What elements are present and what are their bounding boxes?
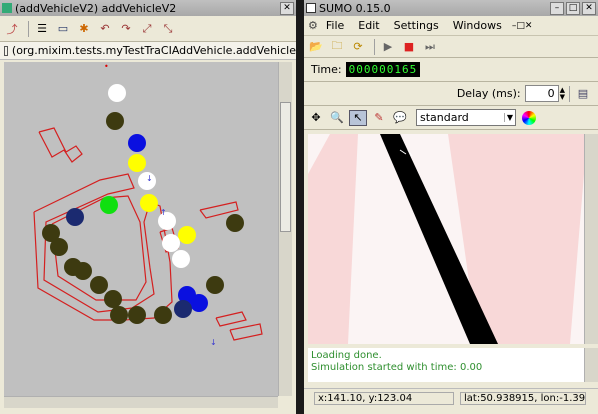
sumo-icon <box>306 3 316 13</box>
marker-dot: • <box>104 62 109 71</box>
open-folder-icon[interactable]: 📂 <box>307 39 325 55</box>
close-icon[interactable]: ✕ <box>280 1 294 15</box>
network-canvas[interactable]: ↓ ↑ ↓ • <box>4 62 278 396</box>
forward-icon[interactable]: ↷ <box>117 21 135 37</box>
monitor-icon[interactable]: ▭ <box>54 21 72 37</box>
reload-icon[interactable]: ⟳ <box>349 39 367 55</box>
dropdown-arrow-icon: ▼ <box>503 113 515 122</box>
menu-edit[interactable]: Edit <box>358 19 379 32</box>
module-path: (org.mixim.tests.myTestTraCIAddVehicle.a… <box>11 44 296 57</box>
recenter-icon[interactable]: ✥ <box>307 110 325 126</box>
vehicle-marker[interactable] <box>140 194 158 212</box>
tooltip-icon[interactable]: 💬 <box>391 110 409 126</box>
maximize-icon[interactable]: □ <box>566 1 580 15</box>
zoom-in-icon[interactable]: ⤢ <box>138 21 156 37</box>
left-window-title: (addVehicleV2) addVehicleV2 <box>15 1 177 15</box>
vehicle-marker[interactable] <box>128 306 146 324</box>
vehicle-marker[interactable] <box>172 250 190 268</box>
minimize-icon[interactable]: – <box>550 1 564 15</box>
right-titlebar[interactable]: SUMO 0.15.0 – □ ✕ <box>304 0 598 16</box>
new-view-icon[interactable]: ▤ <box>574 86 592 102</box>
vehicle-marker[interactable] <box>108 84 126 102</box>
vehicle-marker[interactable] <box>128 134 146 152</box>
sumo-network <box>308 134 584 344</box>
path-bar: (org.mixim.tests.myTestTraCIAddVehicle.a… <box>0 42 296 60</box>
sumo-window: SUMO 0.15.0 – □ ✕ ⚙ File Edit Settings W… <box>304 0 598 414</box>
time-label: Time: <box>311 63 342 76</box>
left-vertical-scrollbar[interactable] <box>278 62 292 396</box>
select-cursor-icon[interactable]: ↖ <box>349 109 367 126</box>
edit-viewport-icon[interactable]: ✎ <box>370 110 388 126</box>
color-scheme-select[interactable]: standard ▼ <box>416 109 516 126</box>
color-scheme-value: standard <box>420 111 469 124</box>
rewind-icon[interactable]: ↶ <box>96 21 114 37</box>
open-net-icon[interactable]: 🗀 <box>328 39 346 55</box>
vehicle-marker[interactable] <box>154 306 172 324</box>
right-window-title: SUMO 0.15.0 <box>319 1 391 15</box>
delay-label: Delay (ms): <box>456 87 521 100</box>
left-horizontal-scrollbar[interactable] <box>4 396 278 408</box>
vehicle-marker[interactable] <box>90 276 108 294</box>
vehicle-marker[interactable] <box>206 276 224 294</box>
time-toolbar: Time: 000000165 <box>304 58 598 82</box>
log-scrollbar[interactable] <box>584 348 598 382</box>
left-toolbar: ⤴ ☰ ▭ ✱ ↶ ↷ ⤢ ⤡ <box>0 16 296 42</box>
vehicle-marker[interactable] <box>74 262 92 280</box>
color-wheel-icon[interactable] <box>522 110 536 125</box>
app-icon <box>2 3 12 13</box>
module-icon <box>4 45 8 56</box>
vehicle-arrow: ↓ <box>210 338 217 347</box>
stop-icon[interactable]: ■ <box>400 39 418 55</box>
vehicle-marker[interactable] <box>174 300 192 318</box>
vehicle-marker[interactable] <box>178 226 196 244</box>
delay-spinner-icon[interactable]: ▲ ▼ <box>560 86 565 101</box>
vehicle-marker[interactable] <box>106 112 124 130</box>
play-icon[interactable]: ▶ <box>379 39 397 55</box>
locate-icon[interactable]: 🔍 <box>328 110 346 126</box>
menubar: ⚙ File Edit Settings Windows –□✕ <box>304 16 598 36</box>
step-icon[interactable]: ⏭ <box>421 39 439 55</box>
latlon-readout: lat:50.938915, lon:-1.3999 <box>460 392 586 405</box>
vehicle-marker[interactable] <box>50 238 68 256</box>
menu-app-icon: ⚙ <box>308 19 318 32</box>
delay-input[interactable]: 0 <box>524 85 559 102</box>
vehicle-marker[interactable] <box>190 294 208 312</box>
time-display: 000000165 <box>345 62 421 77</box>
vehicle-marker[interactable] <box>162 234 180 252</box>
status-bar: x:141.10, y:123.04 lat:50.938915, lon:-1… <box>304 388 598 408</box>
vehicle-marker[interactable] <box>128 154 146 172</box>
zoom-out-icon[interactable]: ⤡ <box>159 21 177 37</box>
omnet-window: (addVehicleV2) addVehicleV2 ✕ ⤴ ☰ ▭ ✱ ↶ … <box>0 0 296 414</box>
vehicle-marker[interactable] <box>110 306 128 324</box>
menu-windows[interactable]: Windows <box>453 19 502 32</box>
log-line: Loading done. <box>311 350 382 361</box>
sumo-view[interactable] <box>308 134 584 344</box>
sim-toolbar: 📂 🗀 ⟳ ▶ ■ ⏭ <box>304 36 598 58</box>
vehicle-arrow: ↑ <box>160 208 167 217</box>
mdi-controls[interactable]: –□✕ <box>512 21 533 31</box>
list-icon[interactable]: ☰ <box>33 21 51 37</box>
sumo-vertical-scrollbar[interactable] <box>584 134 598 344</box>
delay-toolbar: Delay (ms): 0 ▲ ▼ ▤ <box>304 82 598 106</box>
vehicle-marker[interactable] <box>226 214 244 232</box>
settings-icon[interactable]: ✱ <box>75 21 93 37</box>
vehicle-marker[interactable] <box>100 196 118 214</box>
close-icon[interactable]: ✕ <box>582 1 596 15</box>
coords-readout: x:141.10, y:123.04 <box>314 392 454 405</box>
log-line: Simulation started with time: 0.00 <box>311 362 483 373</box>
menu-settings[interactable]: Settings <box>394 19 439 32</box>
message-log: Loading done. Simulation started with ti… <box>308 348 584 382</box>
vehicle-marker[interactable] <box>66 208 84 226</box>
menu-file[interactable]: File <box>326 19 344 32</box>
vehicle-arrow: ↓ <box>146 174 153 183</box>
back-arrow-icon[interactable]: ⤴ <box>3 21 21 37</box>
view-toolbar: ✥ 🔍 ↖ ✎ 💬 standard ▼ <box>304 106 598 130</box>
scroll-thumb[interactable] <box>280 102 291 232</box>
left-titlebar[interactable]: (addVehicleV2) addVehicleV2 ✕ <box>0 0 296 16</box>
